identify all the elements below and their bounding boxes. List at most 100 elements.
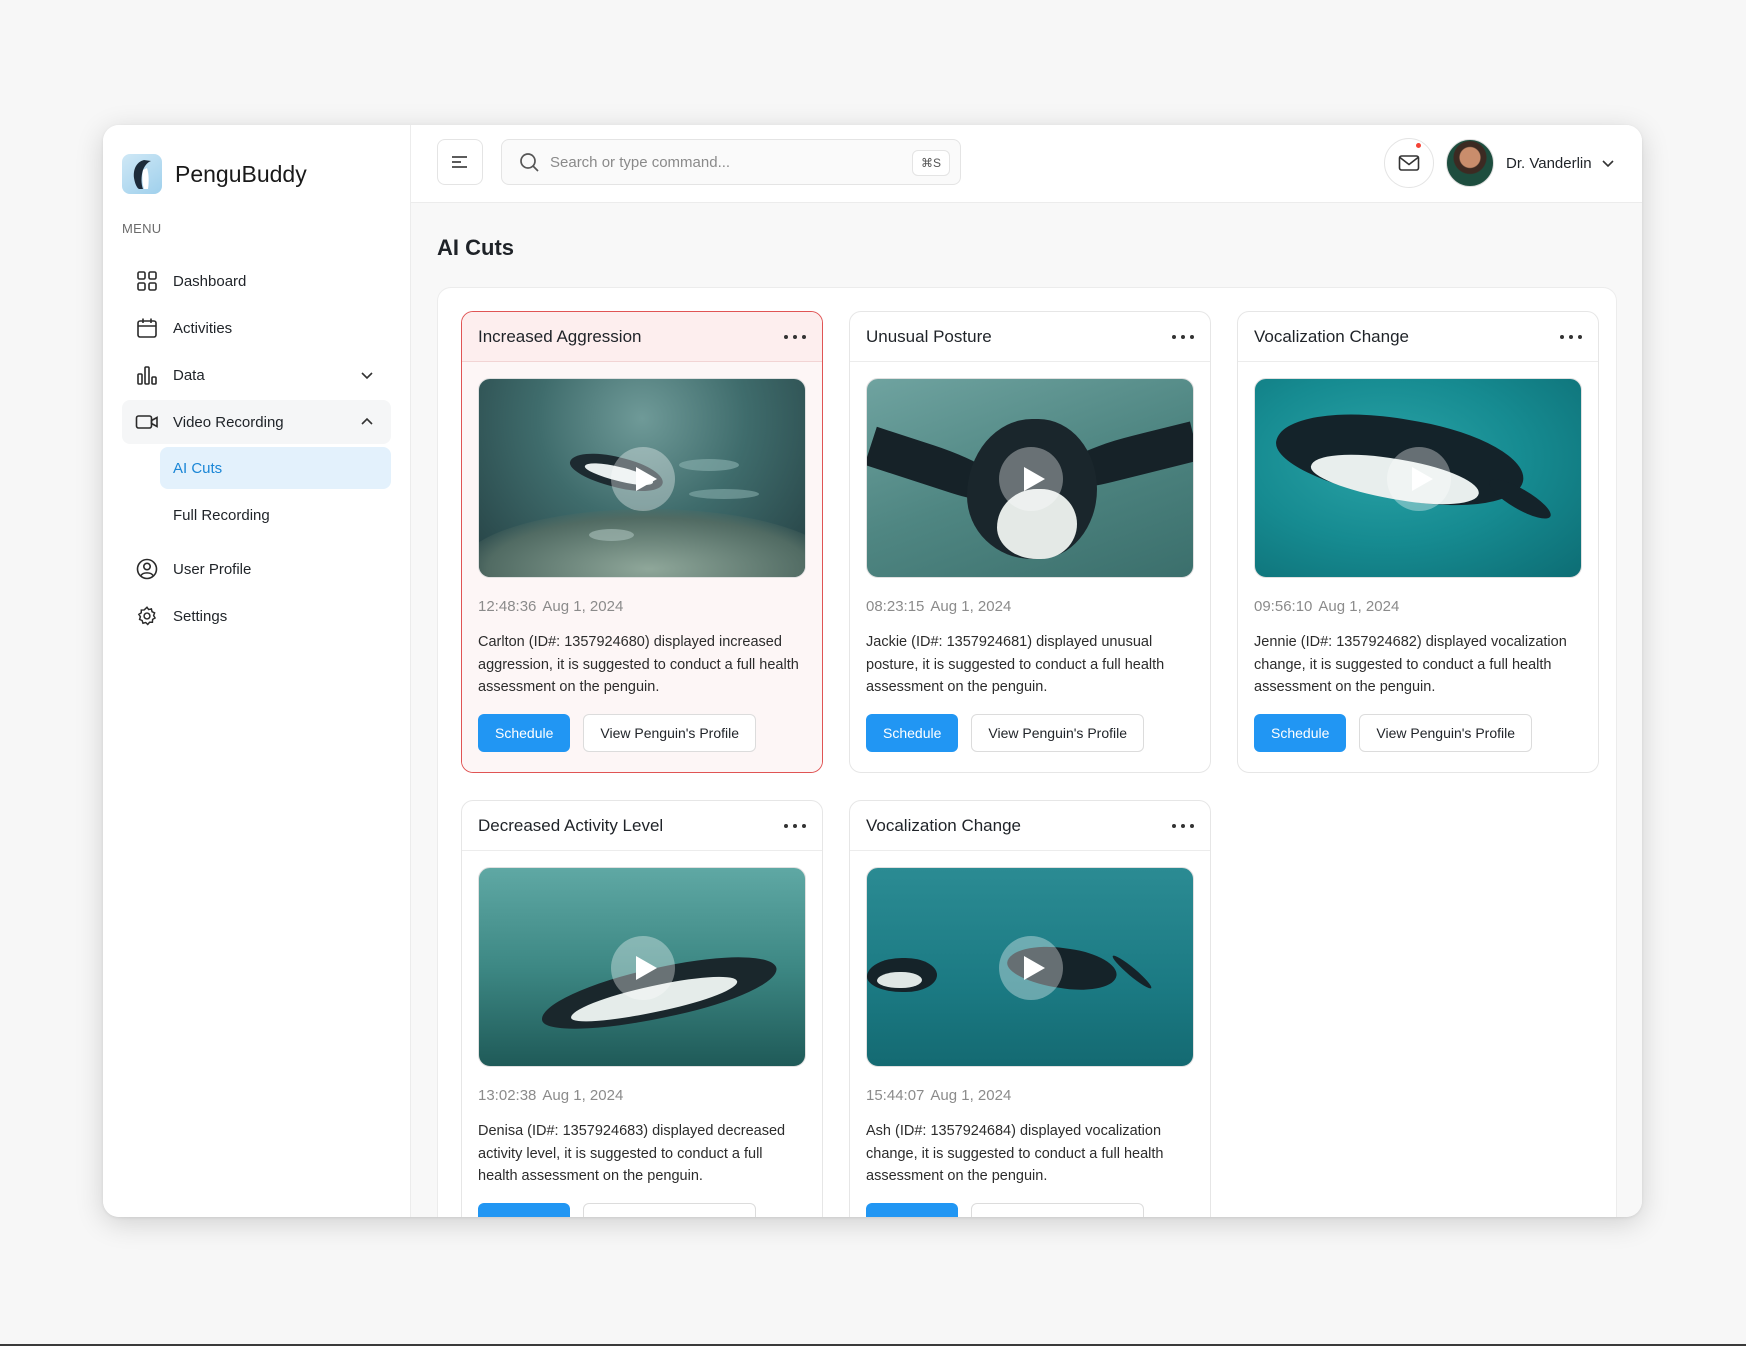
time: 08:23:15 xyxy=(866,598,925,615)
date: Aug 1, 2024 xyxy=(930,598,1012,615)
schedule-button[interactable]: Schedule xyxy=(866,714,959,752)
sidebar-toggle-button[interactable] xyxy=(437,139,483,185)
chevron-down-icon xyxy=(1602,160,1614,168)
video-icon xyxy=(135,410,159,434)
card-body: 13:02:38 Aug 1, 2024 Denisa (ID#: 1357924… xyxy=(462,851,822,1217)
card-body: 15:44:07 Aug 1, 2024 Ash (ID#: 1357924684… xyxy=(850,851,1210,1217)
play-button[interactable] xyxy=(999,447,1063,511)
sidebar-item-label: Activities xyxy=(173,319,233,337)
more-options-icon[interactable] xyxy=(1172,327,1194,347)
time: 15:44:07 xyxy=(866,1087,925,1104)
play-button[interactable] xyxy=(611,936,675,1000)
mail-icon xyxy=(1398,155,1420,171)
search-input[interactable] xyxy=(550,153,890,171)
sidebar-subitem-full-recording[interactable]: Full Recording xyxy=(160,494,391,536)
card-description: Ash (ID#: 1357924684) displayed vocaliza… xyxy=(866,1123,1164,1184)
card-timestamp: 15:44:07 Aug 1, 2024 xyxy=(866,1087,1194,1104)
sidebar-item-user-profile[interactable]: User Profile xyxy=(122,547,391,591)
more-options-icon[interactable] xyxy=(784,327,806,347)
pengubuddy-logo-icon xyxy=(122,154,162,194)
play-button[interactable] xyxy=(999,936,1063,1000)
penguin-belly-shape xyxy=(877,972,922,988)
schedule-button[interactable]: Schedule xyxy=(866,1203,959,1217)
play-icon xyxy=(635,467,657,491)
gear-icon xyxy=(135,604,159,628)
view-profile-button[interactable]: View Penguin's Profile xyxy=(971,714,1144,752)
sidebar-item-video-recording[interactable]: Video Recording xyxy=(122,400,391,444)
card-description: Jackie (ID#: 1357924681) displayed unusu… xyxy=(866,634,1165,695)
bar-chart-icon xyxy=(135,363,159,387)
date: Aug 1, 2024 xyxy=(930,1087,1012,1104)
penguin-shadow-shape xyxy=(679,459,739,471)
card-actions: Schedule View Penguin's Profile xyxy=(478,714,806,752)
app-name: PenguBuddy xyxy=(175,160,307,187)
play-button[interactable] xyxy=(611,447,675,511)
play-button[interactable] xyxy=(1387,447,1451,511)
view-profile-button[interactable]: View Penguin's Profile xyxy=(1359,714,1532,752)
play-icon xyxy=(1023,467,1045,491)
schedule-button[interactable]: Schedule xyxy=(1254,714,1347,752)
card-header: Unusual Posture xyxy=(850,312,1210,362)
ai-cut-card: Unusual Posture 08:23:15 Aug 1, 2024 Jack… xyxy=(849,311,1211,773)
date: Aug 1, 2024 xyxy=(542,598,624,615)
avatar xyxy=(1446,139,1494,187)
user-name: Dr. Vanderlin xyxy=(1506,154,1592,172)
card-body: 08:23:15 Aug 1, 2024 Jackie (ID#: 1357924… xyxy=(850,362,1210,772)
sidebar-item-dashboard[interactable]: Dashboard xyxy=(122,259,391,303)
view-profile-button[interactable]: View Penguin's Profile xyxy=(583,714,756,752)
chevron-down-icon xyxy=(361,372,373,380)
card-description: Carlton (ID#: 1357924680) displayed incr… xyxy=(478,634,799,695)
grid-icon xyxy=(135,269,159,293)
ai-cut-card: Increased Aggression 12:48:36 Aug 1, 2024 xyxy=(461,311,823,773)
sidebar-nav: Dashboard Activities Data Video Recordin… xyxy=(122,259,391,641)
topbar: ⌘S Dr. Vanderlin xyxy=(411,125,1642,203)
more-options-icon[interactable] xyxy=(784,816,806,836)
sidebar-item-label: Data xyxy=(173,366,205,384)
brand[interactable]: PenguBuddy xyxy=(122,154,307,194)
search-bar[interactable]: ⌘S xyxy=(501,139,961,185)
sandy-floor-shape xyxy=(479,509,805,577)
card-actions: Schedule View Penguin's Profile xyxy=(1254,714,1582,752)
card-header: Decreased Activity Level xyxy=(462,801,822,851)
date: Aug 1, 2024 xyxy=(1318,598,1400,615)
sidebar-subitem-ai-cuts[interactable]: AI Cuts xyxy=(160,447,391,489)
card-description: Jennie (ID#: 1357924682) displayed vocal… xyxy=(1254,634,1567,695)
chevron-up-icon xyxy=(361,417,373,425)
sidebar-item-label: Dashboard xyxy=(173,272,247,290)
view-profile-button[interactable]: View Penguin's Profile xyxy=(583,1203,756,1217)
card-actions: Schedule View Penguin's Profile xyxy=(866,1203,1194,1217)
notification-dot xyxy=(1414,141,1423,150)
video-thumbnail[interactable] xyxy=(478,378,806,578)
more-options-icon[interactable] xyxy=(1172,816,1194,836)
time: 13:02:38 xyxy=(478,1087,537,1104)
sidebar-item-data[interactable]: Data xyxy=(122,353,391,397)
user-circle-icon xyxy=(135,557,159,581)
schedule-button[interactable]: Schedule xyxy=(478,1203,571,1217)
card-timestamp: 12:48:36 Aug 1, 2024 xyxy=(478,598,806,615)
view-profile-button[interactable]: View Penguin's Profile xyxy=(971,1203,1144,1217)
user-menu[interactable]: Dr. Vanderlin xyxy=(1446,138,1616,188)
schedule-button[interactable]: Schedule xyxy=(478,714,571,752)
video-thumbnail[interactable] xyxy=(1254,378,1582,578)
messages-button[interactable] xyxy=(1384,138,1434,188)
sidebar-item-label: Settings xyxy=(173,607,228,625)
video-thumbnail[interactable] xyxy=(478,867,806,1067)
card-body: 09:56:10 Aug 1, 2024 Jennie (ID#: 1357924… xyxy=(1238,362,1598,772)
time: 09:56:10 xyxy=(1254,598,1313,615)
card-title: Vocalization Change xyxy=(866,815,1022,835)
play-icon xyxy=(635,956,657,980)
sidebar-item-activities[interactable]: Activities xyxy=(122,306,391,350)
card-title: Unusual Posture xyxy=(866,326,992,346)
time: 12:48:36 xyxy=(478,598,537,615)
more-options-icon[interactable] xyxy=(1560,327,1582,347)
calendar-icon xyxy=(135,316,159,340)
card-timestamp: 08:23:15 Aug 1, 2024 xyxy=(866,598,1194,615)
video-thumbnail[interactable] xyxy=(866,378,1194,578)
sidebar-item-settings[interactable]: Settings xyxy=(122,594,391,638)
card-header: Vocalization Change xyxy=(850,801,1210,851)
ai-cut-card: Vocalization Change 09:56:10 Aug 1, 2024 … xyxy=(1237,311,1599,773)
card-actions: Schedule View Penguin's Profile xyxy=(866,714,1194,752)
card-title: Vocalization Change xyxy=(1254,326,1410,346)
video-thumbnail[interactable] xyxy=(866,867,1194,1067)
menu-label: MENU xyxy=(122,221,162,236)
